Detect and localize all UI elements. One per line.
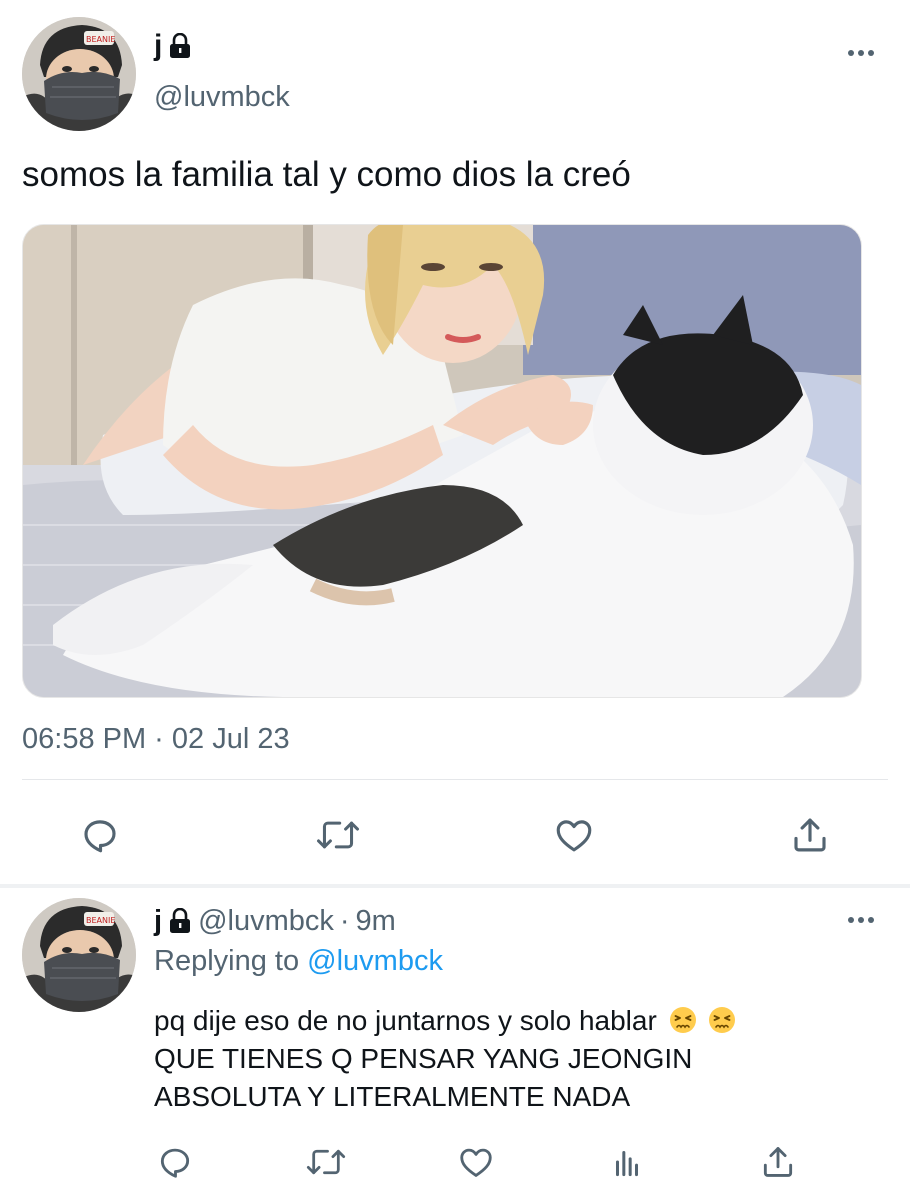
photo-person-with-dog-icon (23, 225, 861, 697)
svg-text:BEANIE: BEANIE (86, 35, 115, 44)
tweet-timestamp[interactable]: 06:58 PM · 02 Jul 23 (22, 722, 290, 756)
persevering-face-emoji (669, 1006, 697, 1034)
more-options-icon[interactable] (848, 917, 874, 923)
share-icon (794, 818, 826, 852)
avatar[interactable]: BEANIE (22, 17, 136, 131)
replying-to: Replying to @luvmbck (154, 944, 443, 978)
tweet-media[interactable] (22, 224, 862, 698)
like-button[interactable] (548, 812, 600, 858)
meta-separator: · (339, 905, 350, 937)
display-name[interactable]: j (154, 29, 162, 63)
reply-retweet-button[interactable] (302, 1140, 350, 1184)
section-separator (0, 884, 910, 888)
reply-share-button[interactable] (755, 1140, 801, 1184)
retweet-icon (306, 1149, 346, 1175)
reply-icon (84, 820, 116, 853)
retweet-icon (317, 821, 359, 849)
analytics-icon (615, 1150, 639, 1177)
reply-like-button[interactable] (453, 1140, 499, 1184)
avatar-image: BEANIE (22, 898, 136, 1012)
like-icon (556, 820, 592, 852)
reply-display-name[interactable]: j (154, 904, 162, 938)
share-icon (763, 1147, 793, 1177)
replying-to-label: Replying to (154, 945, 300, 977)
more-options-icon[interactable] (848, 50, 874, 56)
share-button[interactable] (784, 812, 836, 858)
avatar-image: BEANIE (22, 17, 136, 131)
svg-text:BEANIE: BEANIE (86, 916, 115, 925)
reply-line-1: pq dije eso de no juntarnos y solo habla… (154, 1005, 657, 1036)
retweet-button[interactable] (310, 812, 366, 858)
reply-handle[interactable]: @luvmbck (198, 904, 334, 938)
persevering-face-emoji (708, 1006, 736, 1034)
user-handle[interactable]: @luvmbck (154, 80, 290, 114)
lock-icon (168, 908, 192, 934)
tweet-text: somos la familia tal y como dios la creó (22, 155, 631, 194)
like-icon (460, 1148, 492, 1177)
divider (22, 779, 888, 780)
lock-icon (168, 33, 192, 59)
reply-avatar[interactable]: BEANIE (22, 898, 136, 1012)
reply-line-3: ABSOLUTA Y LITERALMENTE NADA (154, 1081, 631, 1112)
reply-icon (160, 1148, 190, 1178)
reply-button[interactable] (74, 812, 126, 858)
reply-line-2: QUE TIENES Q PENSAR YANG JEONGIN (154, 1043, 693, 1074)
reply-analytics-button[interactable] (604, 1140, 650, 1184)
reply-reply-button[interactable] (152, 1140, 198, 1184)
replying-to-mention[interactable]: @luvmbck (307, 945, 443, 977)
reply-time[interactable]: 9m (356, 904, 396, 938)
reply-text: pq dije eso de no juntarnos y solo habla… (154, 1002, 874, 1116)
